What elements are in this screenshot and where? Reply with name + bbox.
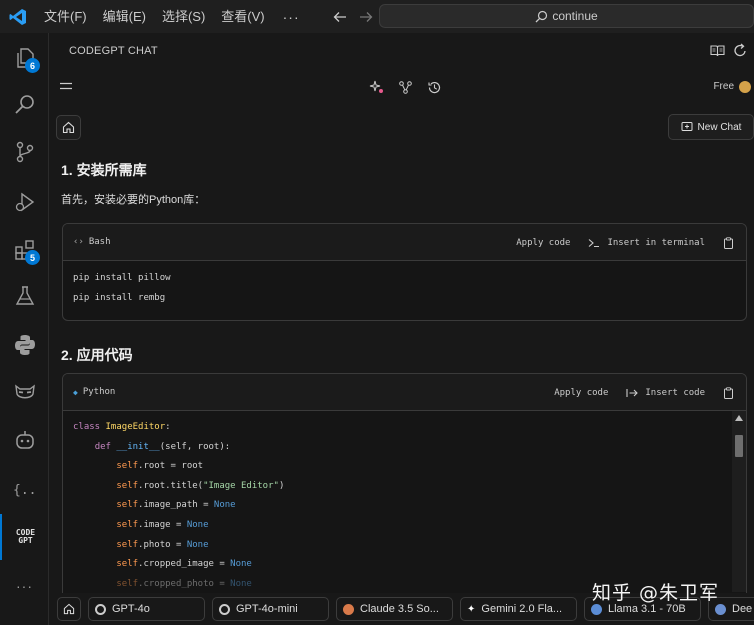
apply-code-label: Apply code xyxy=(554,387,609,398)
search-sidebar-icon[interactable] xyxy=(0,81,49,127)
extensions-icon[interactable]: 5 xyxy=(0,227,49,273)
model-home-button[interactable] xyxy=(57,597,81,621)
menu-edit[interactable]: 编辑(E) xyxy=(95,5,154,29)
user-avatar[interactable] xyxy=(739,81,751,93)
refresh-icon[interactable] xyxy=(733,43,748,58)
python-code-content[interactable]: class ImageEditor: def __init__(self, ro… xyxy=(63,411,746,594)
hamburger-menu-icon[interactable] xyxy=(59,81,73,91)
home-icon xyxy=(62,121,75,134)
testing-flask-icon[interactable] xyxy=(0,273,49,319)
apply-code-label: Apply code xyxy=(516,237,571,248)
menu-selection[interactable]: 选择(S) xyxy=(154,5,213,29)
insert-code-label: Insert code xyxy=(645,387,705,398)
new-chat-button[interactable]: New Chat xyxy=(668,114,754,140)
model-gemini[interactable]: ✦ Gemini 2.0 Fla... xyxy=(460,597,577,621)
title-bar: 文件(F) 编辑(E) 选择(S) 查看(V) ··· continue xyxy=(0,0,754,33)
codegpt-chat-panel: CODEGPT CHAT Free New Chat 1. 安装所需库 首先，安… xyxy=(49,33,754,625)
command-search-box[interactable]: continue xyxy=(379,4,754,28)
code-scrollbar[interactable] xyxy=(732,411,746,592)
model-gpt-4o[interactable]: GPT-4o xyxy=(88,597,205,621)
svg-text:{...}: {...} xyxy=(13,483,38,498)
json-braces-icon[interactable]: {...} xyxy=(0,466,49,512)
model-claude[interactable]: Claude 3.5 So... xyxy=(336,597,453,621)
model-label: GPT-4o xyxy=(112,603,150,615)
explorer-icon[interactable]: 6 xyxy=(0,35,49,81)
terminal-icon xyxy=(589,238,600,247)
explorer-badge: 6 xyxy=(25,58,40,73)
extensions-badge: 5 xyxy=(25,250,40,265)
openai-icon xyxy=(219,603,230,615)
gemini-star-icon: ✦ xyxy=(467,603,476,615)
scroll-thumb[interactable] xyxy=(735,435,743,457)
bash-code-block: ‹› Bash Apply code Insert in terminal pi… xyxy=(62,223,747,321)
model-label: GPT-4o-mini xyxy=(236,603,298,615)
model-gpt-4o-mini[interactable]: GPT-4o-mini xyxy=(212,597,329,621)
vscode-logo-icon xyxy=(0,0,36,33)
section-heading-app-code: 2. 应用代码 xyxy=(61,347,133,363)
new-chat-label: New Chat xyxy=(697,121,742,133)
copilot-raccoon-icon[interactable] xyxy=(0,369,49,415)
code-block-header: ◆ Python Apply code Insert code xyxy=(63,374,746,411)
forward-arrow-icon[interactable] xyxy=(358,9,374,25)
bash-code-content[interactable]: pip install pillow pip install rembg xyxy=(63,261,746,308)
insert-terminal-label: Insert in terminal xyxy=(607,237,705,248)
history-icon[interactable] xyxy=(427,80,442,95)
model-label: Gemini 2.0 Fla... xyxy=(481,603,563,615)
new-chat-icon xyxy=(681,122,693,131)
code-language-icon: ‹› xyxy=(73,237,84,247)
code-line: pip install pillow xyxy=(73,273,171,283)
more-views-label: ··· xyxy=(16,578,33,594)
home-icon xyxy=(63,603,75,615)
code-language-label: Python xyxy=(82,387,116,397)
python-diamond-icon: ◆ xyxy=(73,387,78,397)
copy-icon[interactable] xyxy=(723,386,734,399)
insert-code-button[interactable]: Insert code xyxy=(626,388,705,398)
panel-header: CODEGPT CHAT xyxy=(49,33,754,69)
chat-toolbar: Free xyxy=(49,73,754,103)
activity-bar: 6 5 {...} CODE GPT ··· xyxy=(0,33,49,625)
menu-more-button[interactable]: ··· xyxy=(273,5,310,29)
more-views-icon[interactable]: ··· xyxy=(0,563,49,609)
menu-file[interactable]: 文件(F) xyxy=(36,5,95,29)
home-button[interactable] xyxy=(56,115,81,140)
code-language-label: Bash xyxy=(88,237,111,247)
source-control-icon[interactable] xyxy=(0,129,49,175)
anthropic-icon xyxy=(343,603,354,615)
search-text: continue xyxy=(552,9,598,23)
copy-icon[interactable] xyxy=(723,236,734,249)
section-heading-install: 1. 安装所需库 xyxy=(61,162,147,178)
panel-title: CODEGPT CHAT xyxy=(69,45,158,57)
deepseek-icon xyxy=(715,603,726,615)
apply-code-button[interactable]: Apply code xyxy=(516,238,570,248)
zhihu-watermark: 知乎 @朱卫军 xyxy=(592,582,720,604)
sparkle-icon[interactable] xyxy=(369,80,384,95)
openai-icon xyxy=(95,603,106,615)
model-label: Dee xyxy=(732,603,753,615)
python-icon[interactable] xyxy=(0,322,49,368)
menu-bar: 文件(F) 编辑(E) 选择(S) 查看(V) ··· xyxy=(36,0,310,33)
run-debug-icon[interactable] xyxy=(0,179,49,225)
codegpt-icon[interactable]: CODE GPT xyxy=(0,514,49,560)
code-line: pip install rembg xyxy=(73,292,166,303)
apply-code-button[interactable]: Apply code xyxy=(554,388,608,398)
search-icon xyxy=(535,10,548,22)
menu-view[interactable]: 查看(V) xyxy=(213,5,272,29)
insert-terminal-button[interactable]: Insert in terminal xyxy=(588,238,705,248)
model-label: Claude 3.5 So... xyxy=(360,603,439,615)
install-intro-text: 首先，安装必要的Python库： xyxy=(61,194,206,206)
plan-free-label: Free xyxy=(713,81,734,92)
robot-assistant-icon[interactable] xyxy=(0,417,49,463)
code-block-header: ‹› Bash Apply code Insert in terminal xyxy=(63,224,746,261)
agents-network-icon[interactable] xyxy=(398,80,413,95)
meta-icon xyxy=(591,603,602,615)
insert-arrow-icon xyxy=(626,388,639,397)
scroll-up-arrow-icon[interactable] xyxy=(735,415,743,421)
back-arrow-icon[interactable] xyxy=(332,9,348,25)
book-icon[interactable] xyxy=(710,43,725,58)
codegpt-logo: CODE GPT xyxy=(15,528,36,545)
